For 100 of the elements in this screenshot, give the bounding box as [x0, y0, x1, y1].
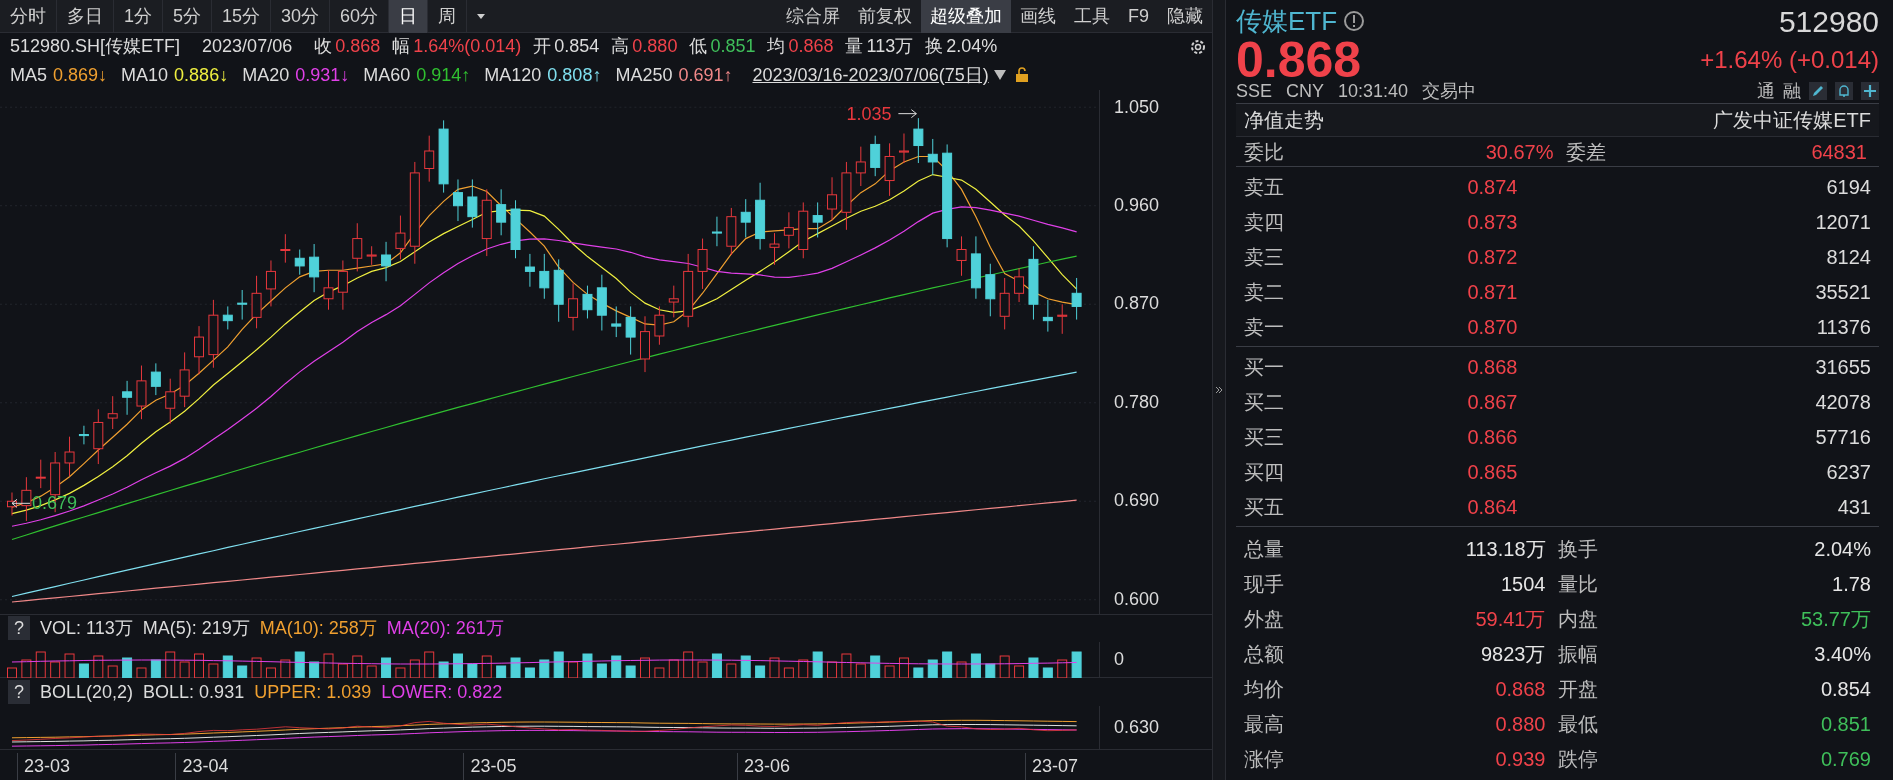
period-tab[interactable]: 分时 — [0, 0, 57, 33]
current-price: 0.868 — [1236, 38, 1362, 82]
toolbar-button[interactable]: 超级叠加 — [921, 0, 1011, 33]
order-level-label: 买四 — [1244, 459, 1284, 485]
caret-icon[interactable] — [475, 11, 488, 21]
price-axis-label: 0.600 — [1114, 587, 1161, 610]
ma-label: MA60 — [363, 63, 411, 87]
order-volume: 6194 — [1825, 174, 1871, 200]
dropdown-icon[interactable] — [992, 69, 1007, 82]
date-axis-label: 23-05 — [463, 753, 517, 780]
toolbar-button[interactable]: 工具 — [1065, 0, 1119, 33]
stat-value: 113.18万 — [1465, 536, 1546, 562]
period-tab[interactable]: 5分 — [163, 0, 213, 33]
ma-label: MA250 — [615, 63, 673, 87]
stat-value: 2.04% — [1814, 536, 1871, 562]
stat-value: 64831 — [1811, 140, 1867, 165]
date-axis-label: 23-04 — [175, 753, 229, 780]
stat-label: 现手 — [1244, 571, 1284, 597]
stat-value: 0.854 — [1820, 676, 1871, 702]
period-tab[interactable]: 日 — [389, 0, 429, 33]
stat-label: 均价 — [1244, 676, 1284, 702]
ma-label: MA10 — [121, 63, 169, 87]
order-volume: 31655 — [1814, 354, 1871, 380]
period-tab[interactable]: 15分 — [212, 0, 272, 33]
indicator-label: BOLL: 0.931 — [143, 680, 245, 704]
date-range-link[interactable]: 2023/03/16-2023/07/06(75日) — [752, 61, 989, 89]
nav-trend-tab[interactable]: 净值走势 — [1244, 105, 1324, 135]
indicator-label: MA(5): 219万 — [142, 617, 250, 640]
order-price: 0.864 — [1467, 494, 1518, 520]
stat-value: 0.939 — [1495, 746, 1546, 772]
ma-value: 0.869↓ — [53, 63, 108, 87]
plus-icon[interactable] — [1861, 82, 1879, 100]
toolbar-button[interactable]: 画线 — [1011, 0, 1065, 33]
indicator-label: LOWER: 0.822 — [381, 680, 503, 704]
price-change: +1.64% (+0.014) — [1700, 45, 1879, 75]
toolbar-button[interactable]: 综合屏 — [777, 0, 849, 33]
period-tab[interactable]: 30分 — [271, 0, 331, 33]
price-axis-label: 1.050 — [1114, 95, 1161, 118]
order-volume: 42078 — [1814, 389, 1871, 415]
ma-label: MA20 — [242, 63, 290, 87]
toolbar-button[interactable]: F9 — [1119, 0, 1158, 33]
lock-icon[interactable] — [1014, 67, 1029, 84]
order-price: 0.868 — [1467, 354, 1518, 380]
collapse-handle-icon[interactable] — [1215, 386, 1223, 394]
stat-label: 总额 — [1244, 641, 1284, 667]
order-volume: 11376 — [1815, 314, 1871, 340]
indicator-label: VOL: 113万 — [40, 617, 133, 640]
trade-flag-label: 融 — [1783, 79, 1801, 103]
stat-label: 跌停 — [1557, 746, 1598, 772]
order-level-label: 卖四 — [1244, 209, 1284, 235]
quote-value: 0.868 — [788, 35, 834, 59]
bell-icon[interactable] — [1835, 82, 1853, 100]
stat-label: 内盘 — [1557, 606, 1598, 632]
quote-value: 0.880 — [632, 35, 678, 59]
stat-label: 外盘 — [1244, 606, 1284, 632]
stat-label: 换手 — [1557, 536, 1598, 562]
quote-value: 1.64%(0.014) — [413, 35, 522, 59]
toolbar-button[interactable]: 前复权 — [849, 0, 921, 33]
help-button[interactable]: ? — [8, 680, 30, 705]
order-level-label: 卖五 — [1244, 174, 1284, 200]
security-code: 512980.SH[传媒ETF] — [10, 35, 181, 59]
quote-value: 0.868 — [335, 35, 381, 59]
stat-label: 最低 — [1557, 711, 1598, 737]
stat-label: 涨停 — [1244, 746, 1284, 772]
quote-value: 113万 — [866, 35, 914, 59]
ma-label: MA5 — [10, 63, 47, 87]
order-volume: 12071 — [1814, 209, 1871, 235]
security-name: 传媒ETF — [1236, 4, 1338, 38]
indicator-label: MA(20): 261万 — [386, 617, 504, 640]
order-price: 0.873 — [1467, 209, 1518, 235]
order-volume: 57716 — [1814, 424, 1871, 450]
market-info: 10:31:40 — [1338, 79, 1409, 103]
order-volume: 8124 — [1825, 244, 1871, 270]
toolbar-button[interactable]: 隐藏 — [1158, 0, 1212, 33]
market-info: SSE — [1236, 79, 1273, 103]
ma-value: 0.808↑ — [547, 63, 602, 87]
period-tab[interactable]: 1分 — [114, 0, 163, 33]
pencil-icon[interactable] — [1809, 82, 1827, 100]
stat-value: 0.769 — [1820, 746, 1871, 772]
stat-value: 0.880 — [1495, 711, 1546, 737]
order-level-label: 卖三 — [1244, 244, 1284, 270]
order-level-label: 买一 — [1244, 354, 1284, 380]
stat-label: 最高 — [1244, 711, 1284, 737]
period-tab[interactable]: 多日 — [57, 0, 114, 33]
quote-label: 换 — [925, 35, 944, 59]
quote-value: 0.854 — [554, 35, 600, 59]
price-axis-label: 0.870 — [1114, 292, 1161, 315]
period-tab[interactable]: 周 — [428, 0, 468, 33]
info-icon[interactable] — [1343, 10, 1366, 32]
quote-label: 高 — [611, 35, 630, 59]
quote-label: 低 — [689, 35, 708, 59]
help-button[interactable]: ? — [8, 616, 30, 641]
stat-value: 0.851 — [1820, 711, 1871, 737]
order-level-label: 卖二 — [1244, 279, 1284, 305]
order-price: 0.874 — [1467, 174, 1518, 200]
order-price: 0.871 — [1467, 279, 1518, 305]
stat-value: 30.67% — [1485, 140, 1554, 165]
order-price: 0.866 — [1467, 424, 1518, 450]
stat-label: 开盘 — [1557, 676, 1598, 702]
stat-label: 振幅 — [1557, 641, 1598, 667]
